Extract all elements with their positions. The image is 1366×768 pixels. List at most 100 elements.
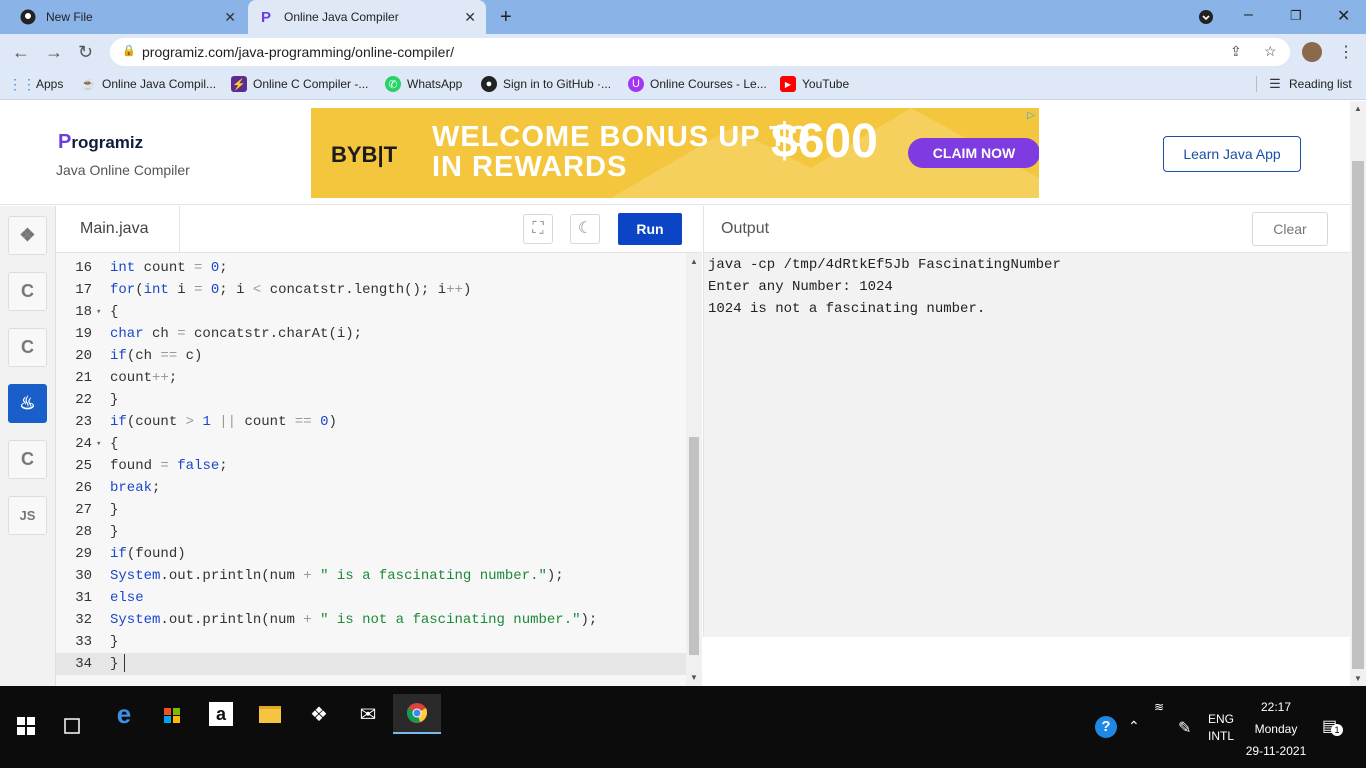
clock[interactable]: 22:17 Monday 29-11-2021 (1240, 700, 1312, 758)
lang-python-button[interactable]: ❖ (8, 216, 47, 255)
code-text: } (110, 392, 119, 408)
pen-icon[interactable]: ✎ (1178, 718, 1191, 738)
page-scrollbar[interactable]: ▲ ▼ (1350, 101, 1366, 686)
back-arrow-icon[interactable]: ← (12, 42, 30, 63)
tab-online-java-compiler[interactable]: P Online Java Compiler ✕ (248, 0, 486, 34)
code-line[interactable]: 30 System.out.println(num + " is a fascin… (56, 565, 686, 587)
code-line[interactable]: 18 ▾ { (56, 301, 686, 323)
code-line[interactable]: 20 if(ch == c) (56, 345, 686, 367)
address-bar[interactable]: 🔒 programiz.com/java-programming/online-… (110, 38, 1290, 66)
run-button[interactable]: Run (618, 213, 682, 245)
help-icon[interactable]: ? (1095, 716, 1117, 738)
close-tab-icon[interactable]: ✕ (224, 9, 236, 26)
bookmark-whatsapp[interactable]: ✆ WhatsApp (385, 76, 462, 92)
mail-icon[interactable]: ✉ (344, 694, 392, 734)
fullscreen-icon[interactable]: ⛶ (523, 214, 553, 244)
bookmark-online-c[interactable]: ⚡ Online C Compiler -... (231, 76, 368, 92)
line-number: 23 (75, 414, 92, 430)
code-line[interactable]: 33} (56, 631, 686, 653)
forward-arrow-icon[interactable]: → (45, 42, 63, 63)
restore-button[interactable]: ❐ (1290, 8, 1302, 24)
close-tab-icon[interactable]: ✕ (464, 9, 476, 26)
fold-arrow-icon[interactable]: ▾ (96, 433, 101, 455)
bookmark-star-icon[interactable]: ☆ (1264, 43, 1277, 60)
store-icon[interactable] (148, 694, 196, 734)
editor-scrollbar[interactable]: ▲ ▼ (686, 253, 702, 686)
clear-button[interactable]: Clear (1252, 212, 1328, 246)
code-text: { (110, 304, 119, 320)
code-text: System.out.println(num + " is a fascinat… (110, 568, 564, 584)
file-explorer-icon[interactable] (246, 694, 294, 734)
udemy-icon: U (628, 76, 644, 92)
code-line[interactable]: 22} (56, 389, 686, 411)
notifications-icon[interactable]: ▤ 1 (1322, 716, 1343, 736)
code-line[interactable]: 28} (56, 521, 686, 543)
code-line[interactable]: 21 count++; (56, 367, 686, 389)
windows-start-icon[interactable] (2, 706, 50, 746)
bookmark-youtube[interactable]: ▶ YouTube (780, 76, 849, 92)
language-indicator[interactable]: ENG INTL (1203, 712, 1239, 743)
edge-icon[interactable]: e (100, 694, 148, 734)
code-text: } (110, 653, 126, 675)
dark-mode-moon-icon[interactable]: ☾ (570, 214, 600, 244)
ad-choices-icon[interactable]: ▷ (1027, 110, 1035, 121)
task-view-icon[interactable] (48, 706, 96, 746)
code-line[interactable]: 34} (56, 653, 686, 675)
editor-scroll-thumb[interactable] (689, 437, 699, 655)
profile-avatar[interactable] (1302, 42, 1322, 62)
code-line[interactable]: 29 if(found) (56, 543, 686, 565)
code-line[interactable]: 23 if(count > 1 || count == 0) (56, 411, 686, 433)
code-line[interactable]: 31 else (56, 587, 686, 609)
dropbox-icon[interactable]: ❖ (295, 694, 343, 734)
line-number: 31 (75, 590, 92, 606)
lang-c-button[interactable]: C (8, 272, 47, 311)
code-line[interactable]: 16 int count = 0; (56, 257, 686, 279)
code-line[interactable]: 24 ▾ { (56, 433, 686, 455)
claim-now-button[interactable]: CLAIM NOW (908, 138, 1039, 168)
tab-new-file[interactable]: New File ✕ (10, 0, 246, 34)
lang-csharp-button[interactable]: C (8, 440, 47, 479)
chrome-icon[interactable] (393, 694, 441, 734)
language-sidebar: ❖ C C ♨ C JS (0, 206, 56, 686)
code-line[interactable]: 17 for(int i = 0; i < concatstr.length();… (56, 279, 686, 301)
code-line[interactable]: 19 char ch = concatstr.charAt(i); (56, 323, 686, 345)
learn-java-app-button[interactable]: Learn Java App (1163, 136, 1301, 172)
bookmark-udemy[interactable]: U Online Courses - Le... (628, 76, 767, 92)
line-number: 28 (75, 524, 92, 540)
share-icon[interactable]: ⇪ (1230, 43, 1242, 60)
code-editor[interactable]: 16 int count = 0; 17 for(int i = 0; i < con… (56, 253, 702, 686)
new-tab-button[interactable]: + (500, 6, 512, 29)
reading-list[interactable]: ☰ Reading list (1256, 76, 1352, 92)
bookmark-apps[interactable]: ⋮⋮ Apps (8, 76, 63, 92)
wifi-icon[interactable]: ≋ (1154, 700, 1164, 714)
tab-search-icon[interactable] (1198, 9, 1214, 30)
fold-arrow-icon[interactable]: ▾ (96, 301, 101, 323)
bookmark-github[interactable]: ● Sign in to GitHub ·... (481, 76, 611, 92)
reading-list-icon: ☰ (1269, 76, 1281, 91)
lang-javascript-button[interactable]: JS (8, 496, 47, 535)
chevron-up-icon[interactable]: ⌃ (1128, 718, 1140, 735)
code-line[interactable]: 26 break; (56, 477, 686, 499)
editor-toolbar: Main.java ⛶ ☾ Run (56, 206, 702, 253)
programiz-logo[interactable]: Programiz (58, 131, 143, 154)
github-icon (20, 9, 36, 25)
web-page: Programiz Java Online Compiler BYB|T WEL… (0, 101, 1350, 686)
amazon-icon[interactable]: a (197, 694, 245, 734)
code-line[interactable]: 25 found = false; (56, 455, 686, 477)
minimize-button[interactable]: – (1244, 6, 1253, 24)
code-text: break; (110, 480, 161, 496)
file-tab-main-java[interactable]: Main.java (56, 206, 180, 253)
close-window-button[interactable]: ✕ (1337, 6, 1350, 26)
reload-icon[interactable]: ↻ (78, 42, 93, 63)
page-scroll-thumb[interactable] (1352, 161, 1364, 669)
bookmark-online-java[interactable]: ☕ Online Java Compil... (80, 76, 216, 92)
site-subtitle: Java Online Compiler (56, 162, 190, 178)
menu-kebab-icon[interactable]: ⋮ (1338, 42, 1354, 62)
code-line[interactable]: 32 System.out.println(num + " is not a fa… (56, 609, 686, 631)
bookmarks-bar: ⋮⋮ Apps ☕ Online Java Compil... ⚡ Online… (0, 70, 1366, 100)
ad-banner[interactable]: BYB|T WELCOME BONUS UP TO IN REWARDS $600… (311, 108, 1039, 198)
lang-cpp-button[interactable]: C (8, 328, 47, 367)
code-line[interactable]: 27} (56, 499, 686, 521)
lang-java-button[interactable]: ♨ (8, 384, 47, 423)
output-label: Output (721, 220, 770, 237)
